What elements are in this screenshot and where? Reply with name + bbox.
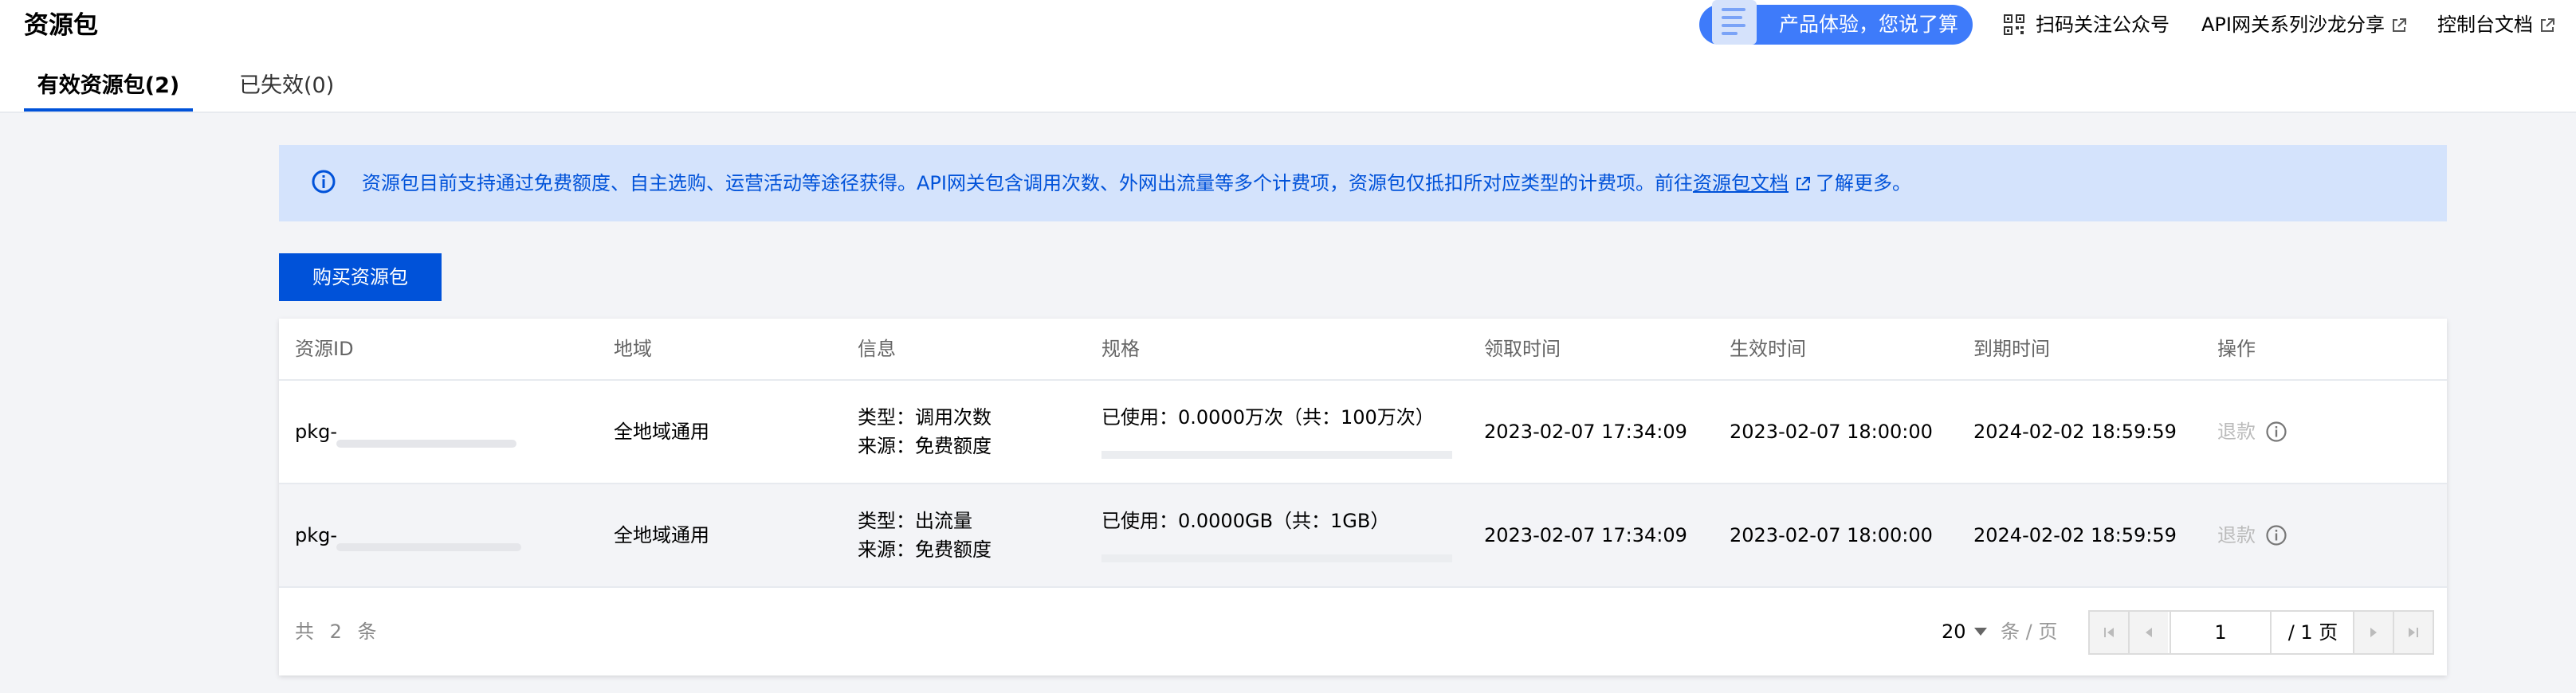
info-source: 来源：免费额度 — [858, 435, 992, 457]
refund-button[interactable]: 退款 — [2217, 381, 2256, 483]
qrcode-icon — [2004, 14, 2024, 35]
feedback-button[interactable]: 产品体验，您说了算 — [1699, 0, 1973, 45]
console-docs-label: 控制台文档 — [2437, 14, 2533, 36]
redacted-id — [336, 440, 516, 448]
spec-text: 已使用：0.0000GB（共：1GB） — [1101, 510, 1390, 532]
package-id: pkg- — [295, 421, 338, 443]
info-icon[interactable] — [2265, 524, 2287, 546]
info-type: 类型：调用次数 — [858, 406, 992, 429]
prev-page-button[interactable] — [2130, 612, 2168, 653]
received-time: 2023-02-07 17:34:09 — [1484, 421, 1687, 443]
table-header: 资源ID 地域 信息 规格 领取时间 生效时间 到期时间 操作 — [279, 319, 2447, 381]
prev-page-icon — [2146, 628, 2152, 637]
usage-progress-bar — [1101, 451, 1452, 459]
package-docs-link[interactable]: 资源包文档 — [1693, 172, 1789, 194]
doc-illustration-icon — [1712, 0, 1757, 45]
info-cell: 类型：出流量 来源：免费额度 — [858, 507, 992, 564]
info-cell: 类型：调用次数 来源：免费额度 — [858, 403, 992, 460]
external-link-icon — [2541, 18, 2554, 32]
next-page-icon — [2370, 628, 2377, 637]
salon-share-link[interactable]: API网关系列沙龙分享 — [2201, 11, 2407, 38]
received-time: 2023-02-07 17:34:09 — [1484, 524, 1687, 546]
effective-time: 2023-02-07 18:00:00 — [1730, 421, 1933, 443]
notice-body: 资源包目前支持通过免费额度、自主选购、运营活动等途径获得。API网关包含调用次数… — [362, 172, 1693, 194]
total-count: 共 2 条 — [295, 621, 382, 643]
refund-button[interactable]: 退款 — [2217, 484, 2256, 586]
feedback-button-label: 产品体验，您说了算 — [1779, 13, 1959, 36]
page-number-input[interactable]: 1 — [2170, 612, 2272, 653]
package-table: 资源ID 地域 信息 规格 领取时间 生效时间 到期时间 操作 pkg- 全地域… — [279, 319, 2447, 675]
first-page-button[interactable] — [2090, 612, 2130, 653]
external-link-icon — [1796, 177, 1810, 190]
external-link-icon — [2392, 18, 2406, 32]
info-notice: 资源包目前支持通过免费额度、自主选购、运营活动等途径获得。API网关包含调用次数… — [279, 145, 2447, 221]
info-source: 来源：免费额度 — [858, 538, 992, 561]
caret-down-icon — [1973, 628, 1987, 636]
salon-share-label: API网关系列沙龙分享 — [2201, 14, 2385, 36]
qr-follow-label: 扫码关注公众号 — [2036, 14, 2170, 36]
per-page-label: 条 / 页 — [2001, 621, 2058, 643]
table-row: pkg- 全地域通用 类型：出流量 来源：免费额度 已使用：0.0000GB（共… — [279, 484, 2447, 588]
tab-expired-packages[interactable]: 已失效(0) — [239, 70, 334, 102]
last-page-icon — [2409, 628, 2418, 637]
first-page-icon — [2104, 628, 2114, 637]
info-icon[interactable] — [2265, 421, 2287, 443]
page-title: 资源包 — [24, 11, 98, 40]
info-type: 类型：出流量 — [858, 510, 972, 532]
spec-text: 已使用：0.0000万次（共：100万次） — [1101, 406, 1435, 429]
pagination: 1 / 1 页 — [2088, 610, 2434, 655]
column-header-action: 操作 — [2217, 338, 2256, 360]
usage-progress-bar — [1101, 554, 1452, 562]
column-header-expires: 到期时间 — [1973, 338, 2050, 360]
column-header-spec: 规格 — [1101, 338, 1140, 360]
redacted-id — [336, 543, 521, 551]
expire-time: 2024-02-02 18:59:59 — [1973, 524, 2177, 546]
effective-time: 2023-02-07 18:00:00 — [1730, 524, 1933, 546]
last-page-button[interactable] — [2393, 612, 2433, 653]
page-size-select[interactable]: 20 — [1942, 588, 1987, 675]
page-header: 资源包 有效资源包(2) 已失效(0) 产品体验，您说了算 扫码关注公众号 AP… — [0, 0, 2576, 113]
info-icon — [312, 170, 336, 194]
region-cell: 全地域通用 — [614, 524, 709, 546]
table-footer: 共 2 条 20 条 / 页 1 / 1 页 — [279, 588, 2447, 675]
column-header-id: 资源ID — [295, 338, 354, 360]
column-header-effective: 生效时间 — [1730, 338, 1806, 360]
active-tab-indicator — [24, 108, 193, 112]
buy-package-button[interactable]: 购买资源包 — [279, 253, 442, 301]
page-size-value: 20 — [1942, 621, 1966, 643]
region-cell: 全地域通用 — [614, 421, 709, 443]
table-row: pkg- 全地域通用 类型：调用次数 来源：免费额度 已使用：0.0000万次（… — [279, 381, 2447, 484]
package-id: pkg- — [295, 524, 338, 546]
next-page-button[interactable] — [2353, 612, 2393, 653]
column-header-received: 领取时间 — [1484, 338, 1561, 360]
column-header-info: 信息 — [858, 338, 896, 360]
tab-active-packages[interactable]: 有效资源包(2) — [24, 70, 193, 102]
expire-time: 2024-02-02 18:59:59 — [1973, 421, 2177, 443]
notice-suffix: 了解更多。 — [1815, 172, 1911, 194]
column-header-region: 地域 — [614, 338, 652, 360]
notice-text: 资源包目前支持通过免费额度、自主选购、运营活动等途径获得。API网关包含调用次数… — [362, 145, 1911, 221]
total-pages: / 1 页 — [2287, 621, 2338, 644]
console-docs-link[interactable]: 控制台文档 — [2437, 11, 2555, 38]
